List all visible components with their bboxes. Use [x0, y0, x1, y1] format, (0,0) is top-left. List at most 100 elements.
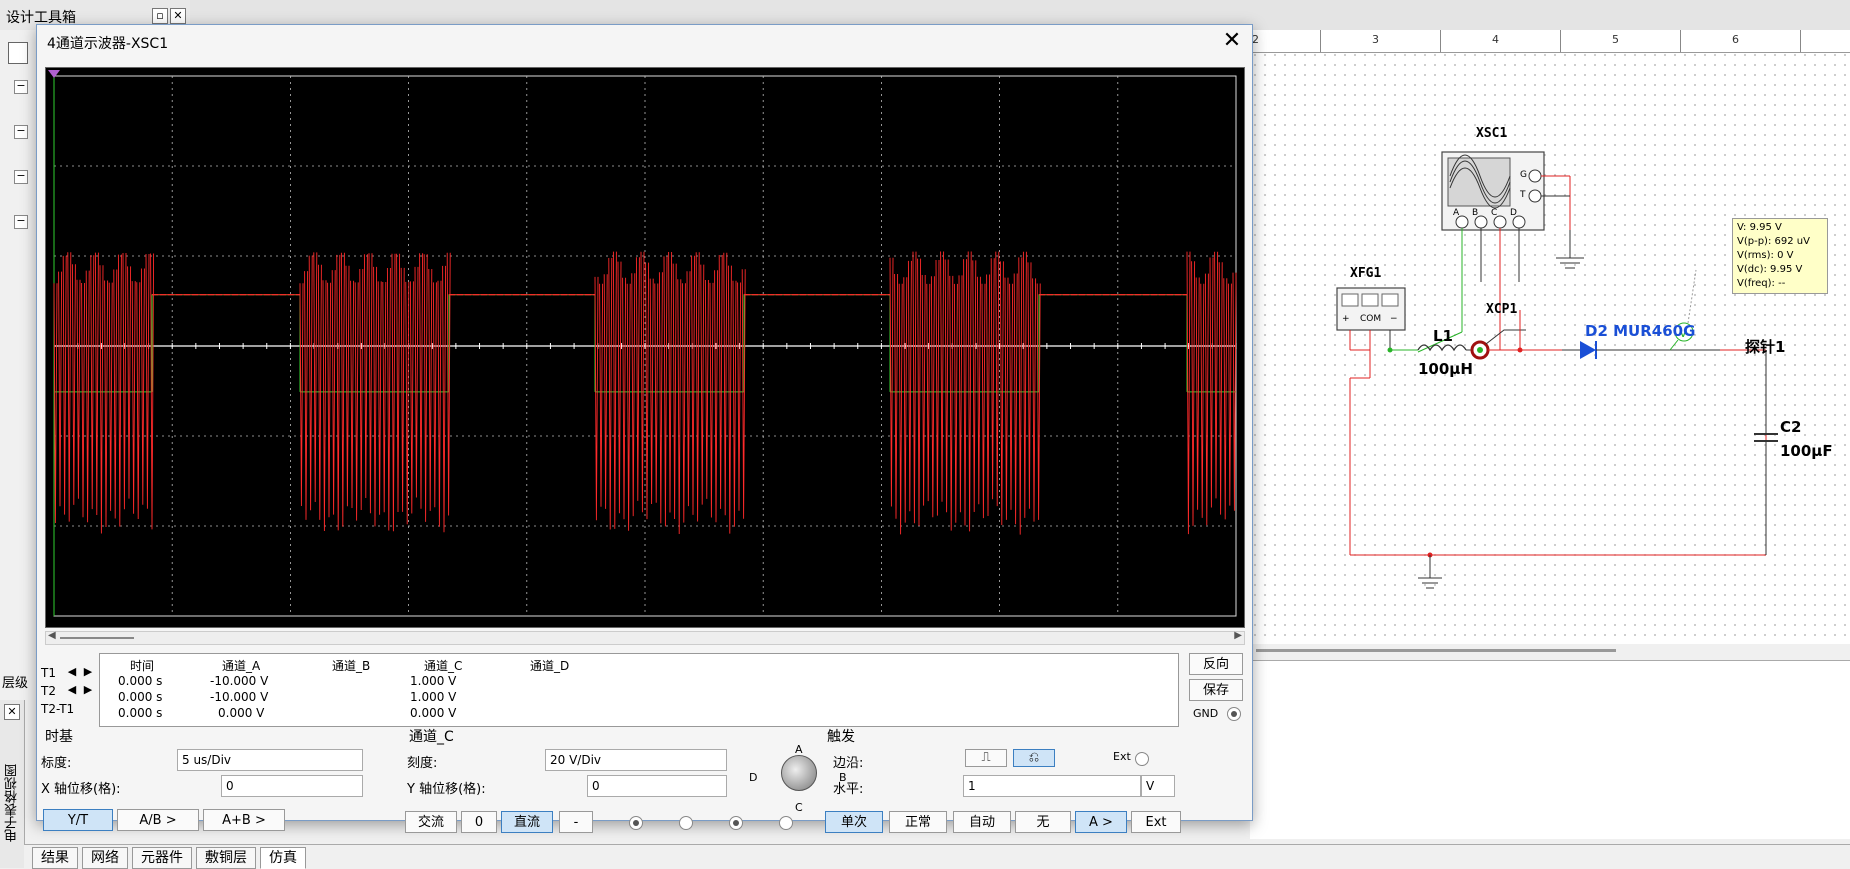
pin-icon[interactable]: ▫: [152, 8, 168, 24]
readout-diff-a: 0.000 V: [218, 706, 265, 720]
channel-title: 通道_C: [409, 729, 454, 745]
a-plus-b-mode-button[interactable]: A+B >: [203, 809, 285, 831]
gnd-radio[interactable]: [1227, 707, 1241, 721]
readout-header-b: 通道_B: [332, 659, 371, 673]
layers-tab[interactable]: 层级: [2, 672, 28, 691]
close-icon[interactable]: ✕: [1219, 29, 1245, 55]
cursor-t2-left-icon[interactable]: ◀: [65, 683, 79, 696]
readout-t1-c: 1.000 V: [410, 674, 457, 688]
tab-copper-layers[interactable]: 敷铜层: [196, 847, 256, 869]
timebase-title: 时基: [45, 729, 73, 745]
close-icon[interactable]: ✕: [4, 704, 20, 720]
tab-components[interactable]: 元器件: [132, 847, 192, 869]
yt-mode-button[interactable]: Y/T: [43, 809, 113, 831]
tab-results[interactable]: 结果: [32, 847, 78, 869]
ruler-mark: 4: [1492, 33, 1499, 46]
trigger-level-field[interactable]: 1: [963, 775, 1141, 797]
schematic-canvas[interactable]: V XSC1 XFG1 XCP1 L1 100µH D2 MUR460G C2 …: [1250, 30, 1850, 650]
rising-edge-icon[interactable]: ⎍: [965, 749, 1007, 767]
display-scrollbar[interactable]: ◀ ▶: [45, 630, 1245, 645]
invert-button[interactable]: -: [559, 811, 593, 833]
ac-coupling-button[interactable]: 交流: [405, 811, 457, 833]
readout-header-d: 通道_D: [530, 659, 570, 673]
scope-trigger-arrow: [48, 70, 60, 78]
cursor-t1-left-icon[interactable]: ◀: [65, 665, 79, 678]
channel-select-knob[interactable]: [781, 755, 817, 791]
scrollbar-thumb[interactable]: [1256, 649, 1616, 652]
xsc1-screen: [1447, 157, 1511, 207]
tab-simulation[interactable]: 仿真: [260, 847, 306, 869]
spreadsheet-view-tab[interactable]: 电子表格视图: [0, 760, 24, 868]
collapse-icon[interactable]: −: [14, 170, 28, 184]
oscilloscope-display[interactable]: [45, 67, 1245, 628]
xfg1-plus-label: +: [1342, 314, 1350, 324]
timebase-scale-field[interactable]: 5 us/Div: [177, 749, 363, 771]
cursor-t1-right-icon[interactable]: ▶: [81, 665, 95, 678]
scroll-left-icon[interactable]: ◀: [48, 630, 56, 641]
oscilloscope-title: 4通道示波器-XSC1: [47, 36, 169, 52]
channel-radio-d[interactable]: [779, 816, 793, 830]
close-icon[interactable]: ✕: [170, 8, 186, 24]
ruler-mark: 6: [1732, 33, 1739, 46]
save-button[interactable]: 保存: [1189, 679, 1243, 701]
l1-label: L1: [1433, 327, 1453, 345]
readout-header-c: 通道_C: [424, 659, 463, 673]
readout-t1-a: -10.000 V: [210, 674, 269, 688]
readout-t2-a: -10.000 V: [210, 690, 269, 704]
falling-edge-icon[interactable]: ⎌: [1013, 749, 1055, 767]
probe-reading-vpp: V(p-p): 692 uV: [1737, 236, 1810, 247]
readout-diff-time: 0.000 s: [118, 706, 163, 720]
dc-coupling-button[interactable]: 直流: [501, 811, 553, 833]
xfg1-minus-label: −: [1390, 314, 1398, 324]
probe-reading-vrms: V(rms): 0 V: [1737, 250, 1794, 261]
normal-mode-button[interactable]: 正常: [889, 811, 947, 833]
d2-label: D2 MUR460G: [1585, 322, 1696, 340]
probe-reading-vdc: V(dc): 9.95 V: [1737, 264, 1803, 275]
xcp1-label: XCP1: [1486, 302, 1518, 317]
timebase-scale-label: 标度:: [41, 756, 72, 771]
collapse-icon[interactable]: −: [14, 125, 28, 139]
tab-nets[interactable]: 网络: [82, 847, 128, 869]
scrollbar-thumb[interactable]: [60, 637, 134, 639]
readout-t2-c: 1.000 V: [410, 690, 457, 704]
schematic-horizontal-scrollbar[interactable]: [1250, 644, 1850, 658]
cursor-t2-label: T2: [41, 684, 56, 698]
channel-radio-b[interactable]: [679, 816, 693, 830]
channel-radio-c[interactable]: [729, 816, 743, 830]
spreadsheet-view-label: 电子表格视图: [5, 764, 20, 842]
xsc1-term-g: G: [1520, 170, 1527, 180]
c2-label: C2: [1780, 418, 1802, 436]
cursor-t2-right-icon[interactable]: ▶: [81, 683, 95, 696]
document-icon[interactable]: [8, 42, 28, 64]
oscilloscope-waveform: [48, 70, 1237, 617]
gnd-label: GND: [1193, 707, 1219, 720]
collapse-icon[interactable]: −: [14, 215, 28, 229]
xsc1-term-t: T: [1520, 190, 1526, 200]
bottom-tab-bar: 结果 网络 元器件 敷铜层 仿真: [24, 844, 1850, 869]
trigger-level-unit[interactable]: V: [1141, 775, 1175, 797]
single-mode-button[interactable]: 单次: [825, 811, 883, 833]
design-toolbox-tree: − − − − 层级: [0, 30, 37, 691]
trigger-level-label: 水平:: [833, 782, 864, 797]
ab-mode-button[interactable]: A/B >: [117, 809, 199, 831]
auto-mode-button[interactable]: 自动: [953, 811, 1011, 833]
trigger-a-button[interactable]: A >: [1075, 811, 1127, 833]
reverse-button[interactable]: 反向: [1189, 653, 1243, 675]
probe-reading-v: V: 9.95 V: [1737, 222, 1782, 233]
trigger-title: 触发: [827, 729, 855, 745]
collapse-icon[interactable]: −: [14, 80, 28, 94]
probe-reading-box: V: 9.95 V V(p-p): 692 uV V(rms): 0 V V(d…: [1732, 218, 1828, 294]
zero-coupling-button[interactable]: 0: [461, 811, 497, 833]
channel-scale-field[interactable]: 20 V/Div: [545, 749, 727, 771]
readout-header-time: 时间: [130, 659, 155, 673]
scroll-right-icon[interactable]: ▶: [1234, 630, 1242, 641]
knob-label-d: D: [749, 771, 758, 784]
xsc1-term-d: D: [1510, 208, 1517, 218]
probe-label: 探针1: [1745, 338, 1786, 356]
trigger-ext-button[interactable]: Ext: [1131, 811, 1181, 833]
y-position-field[interactable]: 0: [587, 775, 727, 797]
ext-trigger-radio[interactable]: [1135, 752, 1149, 766]
channel-radio-a[interactable]: [629, 816, 643, 830]
x-position-field[interactable]: 0: [221, 775, 363, 797]
none-mode-button[interactable]: 无: [1015, 811, 1071, 833]
